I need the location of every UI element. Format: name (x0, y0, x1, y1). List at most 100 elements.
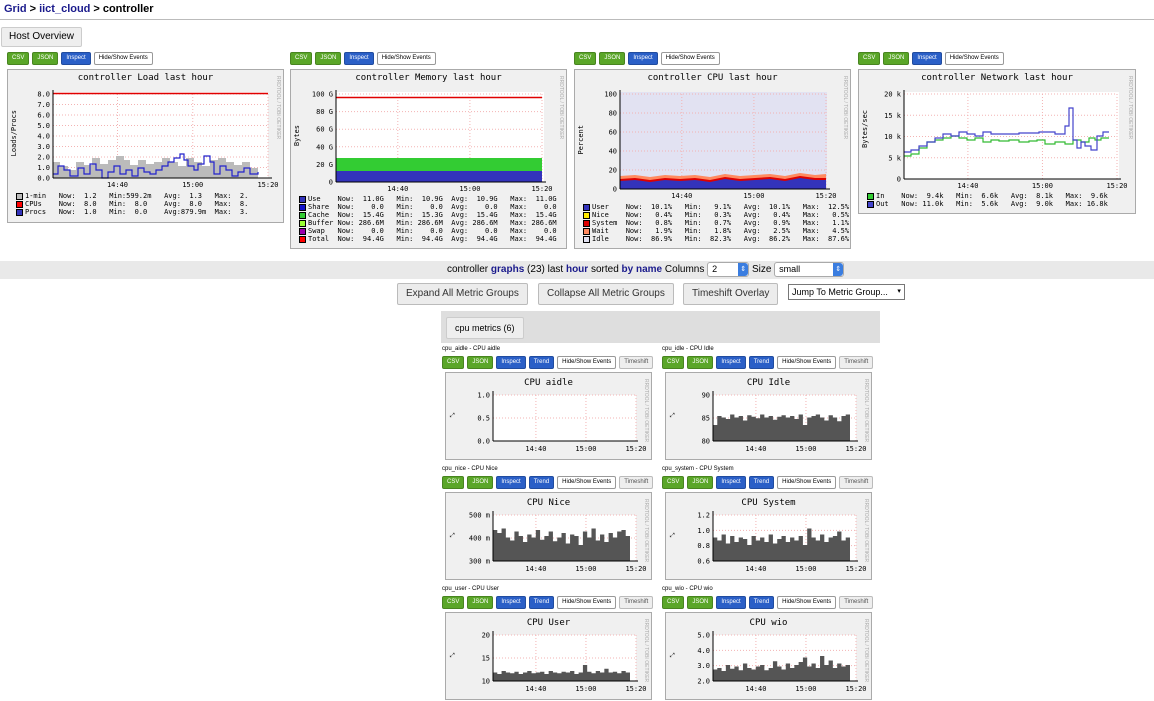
hide-show-events-button[interactable]: Hide/Show Events (777, 476, 837, 489)
json-button[interactable]: JSON (687, 356, 714, 369)
legend-row: Cache Now: 15.4G Min: 15.3G Avg: 15.4G M… (299, 211, 557, 219)
trend-button[interactable]: Trend (528, 356, 555, 369)
hide-show-events-button[interactable]: Hide/Show Events (93, 52, 153, 65)
metric-graph[interactable]: 5.0 4.0 3.0 2.0 14:40 15:00 15:20 CPU wio RRDTOO… (665, 612, 872, 700)
legend-text: Out Now: 11.0k Min: 5.6k Avg: 9.0k Max: … (876, 200, 1108, 208)
timeshift-button[interactable]: Timeshift (619, 476, 654, 489)
x-ticks: 14:40 15:00 15:20 (620, 188, 837, 200)
trend-button[interactable]: Trend (748, 356, 775, 369)
memory-graph[interactable]: controller Memory last hour Bytes RRDTOO… (290, 69, 567, 249)
expand-arrow-icon[interactable]: ⤢ (450, 533, 455, 540)
trend-button[interactable]: Trend (528, 476, 555, 489)
metric-graph[interactable]: 1.0 0.5 0.0 14:40 15:00 15:20 CPU aidle RRDTOOL… (445, 372, 652, 460)
y-tick-label: 4.0 (697, 647, 710, 655)
expand-all-button[interactable]: Expand All Metric Groups (397, 283, 528, 305)
cpu-graph[interactable]: controller CPU last hour Percent RRDTOOL… (574, 69, 851, 249)
hide-show-events-button[interactable]: Hide/Show Events (660, 52, 720, 65)
csv-button[interactable]: CSV (442, 356, 465, 369)
hide-show-events-button[interactable]: Hide/Show Events (376, 52, 436, 65)
json-button[interactable]: JSON (687, 476, 714, 489)
hide-show-events-button[interactable]: Hide/Show Events (557, 596, 617, 609)
json-button[interactable]: JSON (467, 476, 494, 489)
expand-arrow-icon[interactable]: ⤢ (450, 413, 455, 420)
y-tick-label: 5.0 (37, 122, 50, 130)
metric-graph[interactable]: 20 15 10 14:40 15:00 15:20 CPU User RRDTOOL / T… (445, 612, 652, 700)
inspect-button[interactable]: Inspect (628, 52, 658, 65)
inspect-button[interactable]: Inspect (716, 596, 746, 609)
inspect-button[interactable]: Inspect (344, 52, 374, 65)
graph-title: CPU wio (749, 618, 788, 628)
legend-text: Total Now: 94.4G Min: 94.4G Avg: 94.4G M… (308, 235, 557, 243)
rrdtool-watermark: RRDTOOL / TOBI OETIKER (863, 499, 869, 563)
network-graph[interactable]: controller Network last hour Bytes/sec R… (858, 69, 1136, 214)
x-tick-label: 15:00 (575, 565, 596, 573)
inspect-button[interactable]: Inspect (912, 52, 942, 65)
x-tick-label: 14:40 (525, 565, 546, 573)
metric-buttons: CSV JSON Inspect Trend Hide/Show Events Times… (662, 356, 874, 369)
size-select[interactable]: small ⇕ (774, 262, 845, 277)
inspect-button[interactable]: Inspect (716, 476, 746, 489)
inspect-button[interactable]: Inspect (496, 596, 526, 609)
timeshift-button[interactable]: Timeshift (839, 356, 874, 369)
collapse-all-button[interactable]: Collapse All Metric Groups (538, 283, 674, 305)
columns-select[interactable]: 2 ⇕ (707, 262, 750, 277)
jump-to-group-select[interactable]: Jump To Metric Group... ▾ (788, 284, 905, 300)
hide-show-events-button[interactable]: Hide/Show Events (944, 52, 1004, 65)
inspect-button[interactable]: Inspect (496, 476, 526, 489)
timeshift-button[interactable]: Timeshift (839, 596, 874, 609)
json-button[interactable]: JSON (687, 596, 714, 609)
csv-button[interactable]: CSV (662, 476, 685, 489)
csv-button[interactable]: CSV (662, 596, 685, 609)
json-button[interactable]: JSON (315, 52, 342, 65)
json-button[interactable]: JSON (32, 52, 59, 65)
trend-button[interactable]: Trend (528, 596, 555, 609)
metric-graph[interactable]: 500 m 400 m 300 m 14:40 15:00 15:20 CPU Nice RR… (445, 492, 652, 580)
hide-show-events-button[interactable]: Hide/Show Events (777, 596, 837, 609)
rrdtool-watermark: RRDTOOL / TOBI OETIKER (643, 379, 649, 443)
inspect-button[interactable]: Inspect (716, 356, 746, 369)
legend-text: Swap Now: 0.0 Min: 0.0 Avg: 0.0 Max: 0.0 (308, 227, 557, 235)
expand-arrow-icon[interactable]: ⤢ (670, 653, 675, 660)
breadcrumb-grid-link[interactable]: Grid (4, 3, 27, 15)
metric-graph[interactable]: 90 85 80 14:40 15:00 15:20 CPU Idle RRDTOOL / T… (665, 372, 872, 460)
csv-button[interactable]: CSV (858, 52, 881, 65)
json-button[interactable]: JSON (883, 52, 910, 65)
csv-button[interactable]: CSV (442, 476, 465, 489)
hide-show-events-button[interactable]: Hide/Show Events (557, 356, 617, 369)
csv-button[interactable]: CSV (662, 356, 685, 369)
expand-arrow-icon[interactable]: ⤢ (450, 653, 455, 660)
csv-button[interactable]: CSV (574, 52, 597, 65)
y-tick-label: 80 (702, 438, 710, 446)
csv-button[interactable]: CSV (442, 596, 465, 609)
csv-button[interactable]: CSV (290, 52, 313, 65)
trend-button[interactable]: Trend (748, 596, 775, 609)
json-button[interactable]: JSON (467, 356, 494, 369)
tab-host-overview[interactable]: Host Overview (1, 27, 83, 47)
load-graph[interactable]: controller Load last hour Loads/Procs RR… (7, 69, 284, 223)
y-tick-label: 5 k (888, 154, 901, 162)
breadcrumb-cluster-link[interactable]: iict_cloud (39, 3, 90, 15)
load-graph-buttons: CSV JSON Inspect Hide/Show Events (7, 52, 153, 65)
y-tick-label: 10 k (884, 133, 902, 141)
host-name: controller (447, 264, 489, 276)
timeshift-button[interactable]: Timeshift (839, 476, 874, 489)
trend-button[interactable]: Trend (748, 476, 775, 489)
inspect-button[interactable]: Inspect (496, 356, 526, 369)
csv-button[interactable]: CSV (7, 52, 30, 65)
json-button[interactable]: JSON (599, 52, 626, 65)
x-tick-label: 15:20 (845, 565, 866, 573)
expand-arrow-icon[interactable]: ⤢ (670, 413, 675, 420)
x-ticks: 14:40 15:00 15:20 (336, 181, 553, 193)
legend-row: System Now: 0.8% Min: 0.7% Avg: 0.9% Max… (583, 219, 849, 227)
json-button[interactable]: JSON (467, 596, 494, 609)
metric-graph[interactable]: 1.2 1.0 0.8 0.6 14:40 15:00 15:20 CPU System RRD… (665, 492, 872, 580)
hide-show-events-button[interactable]: Hide/Show Events (777, 356, 837, 369)
timeshift-button[interactable]: Timeshift (619, 356, 654, 369)
expand-arrow-icon[interactable]: ⤢ (670, 533, 675, 540)
inspect-button[interactable]: Inspect (61, 52, 91, 65)
timeshift-button[interactable]: Timeshift (619, 596, 654, 609)
legend-swatch (867, 192, 874, 200)
timeshift-overlay-button[interactable]: Timeshift Overlay (683, 283, 779, 305)
cpu-metrics-group-toggle[interactable]: cpu metrics (6) (446, 317, 524, 339)
hide-show-events-button[interactable]: Hide/Show Events (557, 476, 617, 489)
